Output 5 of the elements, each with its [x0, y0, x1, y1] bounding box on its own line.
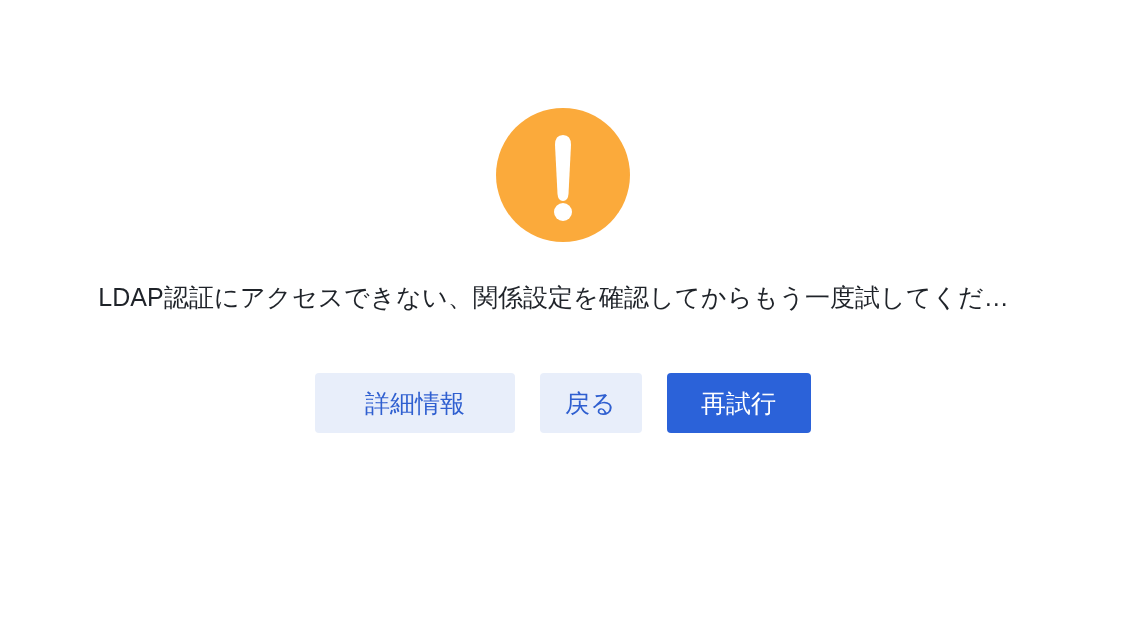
retry-button[interactable]: 再試行: [666, 373, 811, 433]
error-message: LDAP認証にアクセスできない、関係設定を確認してからもう一度試してくだ…: [98, 282, 1009, 313]
action-button[interactable]: 詳細情報: [314, 373, 515, 433]
exclamation-icon: [495, 108, 630, 242]
action-button[interactable]: 戻る: [539, 373, 642, 433]
